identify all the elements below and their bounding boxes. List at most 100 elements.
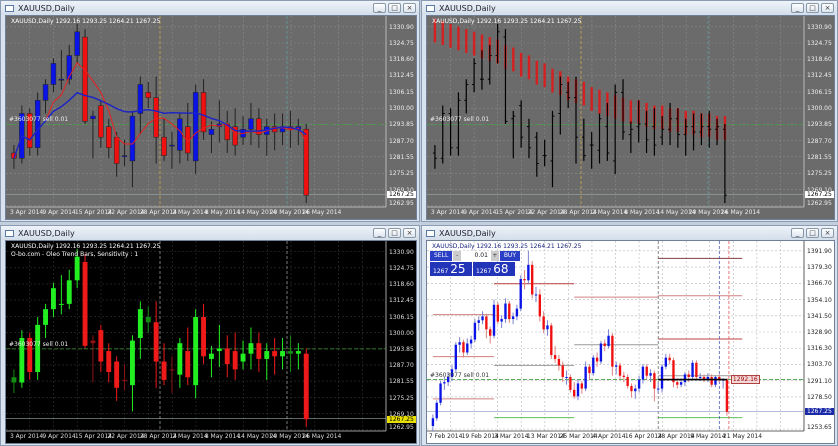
price-axis-label: 1287.70: [389, 137, 414, 145]
date-axis-label: 9 Apr 2014: [463, 209, 497, 216]
candle-body: [185, 351, 191, 378]
candle-body: [542, 316, 545, 330]
maximize-icon[interactable]: □: [806, 228, 819, 238]
candle-body: [611, 335, 614, 367]
date-axis-label: 3 Apr 2014: [9, 433, 44, 440]
chart-window-top-right[interactable]: XAUUSD,Daily _ □ × XAUUSD,Daily 1292.16 12…: [421, 0, 838, 222]
buy-button[interactable]: BUY: [499, 251, 520, 261]
candlestick-chart-levels[interactable]: XAUUSD,Daily 1292.16 1293.25 1264.21 126…: [426, 240, 835, 444]
candle-body: [523, 279, 526, 281]
candle-body: [153, 322, 159, 362]
maximize-icon[interactable]: □: [388, 228, 401, 238]
price-axis-label: 1300.00: [389, 329, 414, 337]
candle-body: [546, 325, 549, 330]
trend-bar: [512, 47, 515, 72]
ask-price-button[interactable]: 1267 68: [473, 262, 515, 276]
candle-body: [569, 376, 572, 390]
candle-body: [641, 366, 645, 380]
candle-body: [90, 115, 96, 119]
candle-body: [161, 136, 167, 156]
candle-body: [295, 351, 301, 354]
candle-body: [466, 343, 469, 353]
candle-body: [573, 389, 576, 397]
price-axis-label: 1287.70: [807, 137, 832, 145]
candle-body: [137, 84, 144, 114]
price-axis-label: 1328.90: [807, 329, 832, 336]
maximize-icon[interactable]: □: [388, 3, 401, 13]
candle-body: [615, 365, 618, 367]
minimize-icon[interactable]: _: [373, 3, 386, 13]
candle-body: [500, 318, 503, 322]
title-bar[interactable]: XAUUSD,Daily _ □ ×: [422, 1, 837, 15]
candle-body: [264, 351, 270, 359]
price-axis-label: 1312.45: [807, 72, 832, 80]
bar-chart-with-trend-bars[interactable]: XAUUSD,Daily 1292.16 1293.25 1264.21 126…: [426, 15, 835, 220]
chart-window-top-left[interactable]: XAUUSD,Daily _ □ × XAUUSD,Daily 1292.16 12…: [0, 0, 420, 222]
candle-body: [618, 365, 622, 376]
candle-body: [531, 264, 534, 295]
sell-button[interactable]: SELL: [430, 251, 453, 261]
oleo-trend-bars-chart[interactable]: XAUUSD,Daily 1292.16 1293.25 1264.21 126…: [5, 240, 417, 444]
candle-body: [130, 340, 135, 386]
candle-body: [114, 361, 120, 388]
candle-body: [508, 303, 511, 319]
lot-increase-button[interactable]: +: [490, 251, 499, 261]
minimize-icon[interactable]: _: [791, 3, 804, 13]
candle-body: [443, 382, 446, 384]
ask-price-small: 1267: [476, 268, 492, 275]
candle-body: [645, 366, 648, 376]
ask-price-big: 68: [493, 262, 509, 276]
chart-window-bottom-right[interactable]: XAUUSD,Daily _ □ × XAUUSD,Daily 1292.16 12…: [421, 225, 838, 446]
candle-body: [193, 317, 199, 386]
candle-body: [248, 343, 254, 354]
current-price-box: 1267.25: [387, 415, 416, 423]
lot-decrease-button[interactable]: -: [453, 251, 462, 261]
minimize-icon[interactable]: _: [791, 228, 804, 238]
candle-body: [496, 304, 500, 322]
candle-body: [122, 379, 127, 381]
lot-size-input[interactable]: 0.01: [462, 251, 490, 261]
candle-body: [11, 377, 17, 383]
close-icon[interactable]: ×: [403, 3, 416, 13]
price-axis-label: 1262.95: [807, 200, 832, 207]
candle-body: [489, 329, 492, 336]
candle-body: [595, 357, 599, 362]
minimize-icon[interactable]: _: [373, 228, 386, 238]
candle-body: [630, 386, 633, 392]
chart-header: XAUUSD,Daily 1292.16 1293.25 1264.21 126…: [432, 18, 582, 25]
current-price-box: 1267.25: [387, 191, 416, 199]
candle-body: [462, 342, 465, 353]
close-icon[interactable]: ×: [403, 228, 416, 238]
candle-body: [177, 343, 183, 375]
price-axis-label: 1324.75: [807, 40, 832, 47]
candle-body: [519, 279, 522, 309]
candlestick-chart[interactable]: XAUUSD,Daily 1292.16 1293.25 1264.21 126…: [5, 15, 417, 220]
title-bar[interactable]: XAUUSD,Daily _ □ ×: [1, 226, 419, 240]
title-bar[interactable]: XAUUSD,Daily _ □ ×: [422, 226, 837, 240]
candle-body: [145, 92, 151, 98]
date-axis-label: 16 Apr 2014: [624, 433, 663, 440]
chart-window-bottom-left[interactable]: XAUUSD,Daily _ □ × XAUUSD,Daily 1292.16 12…: [0, 225, 420, 446]
candle-body: [710, 376, 713, 385]
bid-price-button[interactable]: 1267 25: [430, 262, 472, 276]
date-axis-label: 3 Mar 2014: [494, 433, 529, 440]
candle-body: [145, 317, 151, 323]
candle-body: [169, 369, 175, 371]
candle-body: [106, 351, 112, 373]
candle-body: [622, 375, 626, 377]
order-label: #3603077 sell 0.01: [430, 371, 490, 379]
candle-body: [592, 357, 595, 374]
candle-body: [550, 325, 553, 356]
price-axis-label: 1262.95: [389, 424, 414, 431]
price-axis-label: 1318.60: [389, 56, 414, 64]
close-icon[interactable]: ×: [821, 3, 834, 13]
price-axis-label: 1253.65: [807, 424, 832, 431]
maximize-icon[interactable]: □: [806, 3, 819, 13]
chart-header: XAUUSD,Daily 1292.16 1293.25 1264.21 126…: [11, 18, 161, 25]
date-axis-label: 8 May 2014: [624, 209, 660, 216]
title-bar[interactable]: XAUUSD,Daily _ □ ×: [1, 1, 419, 15]
candle-body: [679, 382, 683, 385]
candle-body: [232, 351, 238, 370]
date-axis-label: 3 Apr 2014: [9, 209, 44, 216]
close-icon[interactable]: ×: [821, 228, 834, 238]
